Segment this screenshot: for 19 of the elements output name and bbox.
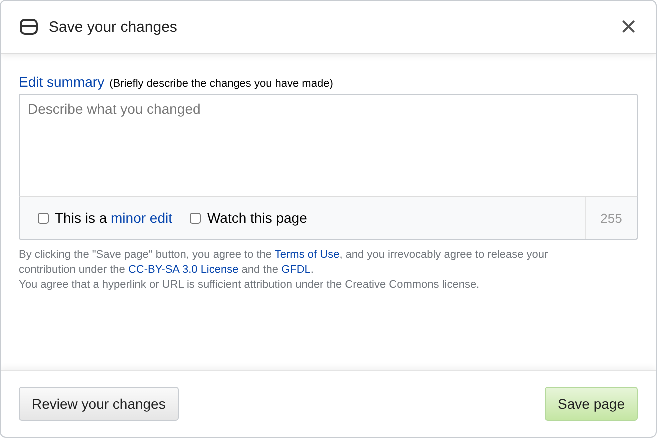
link[interactable]: GFDL [282, 264, 311, 276]
legal-text: By clicking the "Save page" button, you agree to the Terms of Use, and you irrevocably agree to release your contribution under the CC-BY-SA 3.0 License and the GFDL. [19, 248, 550, 278]
close-button[interactable]: × [620, 13, 637, 41]
option-label: This is a minor edit [55, 210, 172, 226]
checkbox[interactable] [38, 212, 49, 224]
link[interactable]: CC-BY-SA 3.0 License [128, 264, 239, 276]
field-hint: (Briefly describe the changes you have made) [110, 78, 334, 90]
form-icon [20, 19, 38, 35]
summary-field[interactable]: Describe what you changed [19, 94, 638, 197]
dialog-title: Save your changes [49, 18, 178, 36]
legal-text: You agree that a hyperlink or URL is sufficient attribution under the Creative Commons license. [19, 278, 481, 293]
character-count: 255 [585, 197, 637, 239]
link[interactable]: minor edit [111, 210, 172, 226]
field-label: Edit summary [19, 74, 105, 90]
link[interactable]: Terms of Use [274, 249, 340, 261]
save-button[interactable]: Save page [545, 387, 638, 421]
review-button[interactable]: Review your changes [19, 387, 179, 421]
option-label: Watch this page [207, 210, 308, 226]
checkbox[interactable] [190, 212, 202, 224]
